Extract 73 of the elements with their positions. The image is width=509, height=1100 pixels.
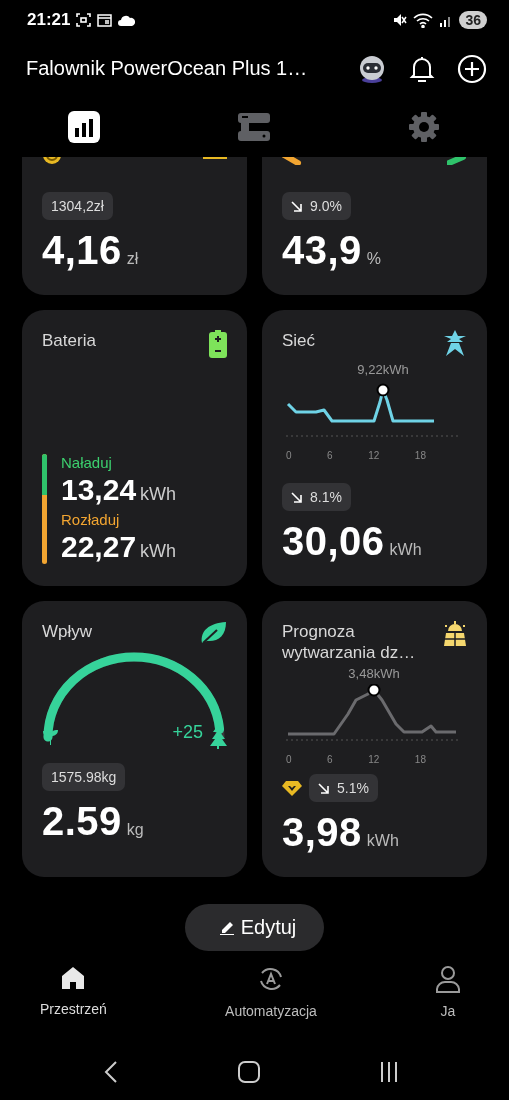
unit-label: kWh bbox=[389, 541, 422, 559]
diamond-icon bbox=[282, 780, 302, 796]
home-icon bbox=[60, 965, 87, 991]
main-value: 3,98 bbox=[282, 810, 362, 855]
forecast-card[interactable]: Prognoza wytwarzania dz… 3,48kWh 0 6 12 18 5.1% 3,98 kWh bbox=[262, 601, 487, 877]
unit-label: kWh bbox=[140, 484, 177, 505]
down-arrow-icon bbox=[291, 200, 302, 212]
mute-icon bbox=[393, 13, 408, 27]
down-arrow-icon bbox=[291, 491, 302, 503]
change-value: 9.0% bbox=[310, 198, 342, 214]
wifi-icon bbox=[413, 12, 434, 28]
peak-label: 3,48kWh bbox=[347, 665, 401, 681]
total-value: 1304,2zł bbox=[51, 198, 104, 214]
battery-icon bbox=[209, 330, 227, 358]
solar-panel-sun-icon bbox=[443, 621, 467, 647]
nav-tab[interactable]: Ja bbox=[435, 965, 461, 1040]
unit-label: % bbox=[366, 250, 382, 268]
device-title: Falownik PowerOcean Plus 1… bbox=[26, 57, 309, 80]
clock-time: 21:21 bbox=[27, 10, 71, 30]
unit-label: kWh bbox=[366, 832, 399, 850]
edit-button[interactable]: Edytuj bbox=[184, 903, 325, 951]
change-value: 8.1% bbox=[310, 489, 342, 505]
axis-tick-label: 6 bbox=[327, 450, 333, 461]
leaf-icon bbox=[199, 621, 227, 645]
card-title: Wpływ bbox=[42, 621, 93, 643]
notification-bell-icon[interactable] bbox=[409, 54, 435, 83]
charge-label: Naładuj bbox=[61, 454, 113, 471]
unit-label: kWh bbox=[140, 541, 177, 562]
settings-icon[interactable] bbox=[408, 111, 440, 143]
total-value: 1575.98kg bbox=[51, 769, 117, 785]
home-button-icon[interactable] bbox=[237, 1061, 260, 1083]
device-list-icon[interactable] bbox=[238, 111, 270, 143]
discharge-value: 22,27 bbox=[61, 530, 137, 564]
change-value: 5.1% bbox=[337, 780, 369, 796]
axis-tick-label: 12 bbox=[368, 450, 380, 461]
main-value: 4,16 bbox=[42, 228, 122, 273]
peak-label: 9,22kWh bbox=[356, 362, 410, 377]
unit-label: kg bbox=[126, 821, 144, 839]
recent-apps-icon[interactable] bbox=[379, 1062, 399, 1082]
pencil-icon bbox=[218, 919, 235, 935]
grid-card[interactable]: Sieć 9,22kWh 0 6 12 18 8.1% 30,06 kWh bbox=[262, 310, 487, 586]
bar-chart-icon[interactable] bbox=[68, 111, 100, 143]
unit-label: zł bbox=[126, 250, 139, 268]
axis-tick-label: 18 bbox=[414, 753, 426, 765]
screenshot-icon bbox=[76, 13, 92, 27]
cloud-icon bbox=[118, 14, 136, 26]
axis-tick-label: 18 bbox=[414, 450, 426, 461]
main-value: 2.59 bbox=[42, 799, 122, 844]
ratio-card[interactable]: 9.0% 43,9% bbox=[262, 157, 487, 295]
axis-tick-label: 12 bbox=[368, 753, 380, 765]
card-title: Prognoza wytwarzania dz… bbox=[282, 621, 417, 664]
main-value: 43,9 bbox=[282, 228, 362, 273]
axis-tick-label: 6 bbox=[327, 753, 333, 765]
charge-value: 13,24 bbox=[61, 473, 137, 507]
add-icon[interactable] bbox=[457, 53, 487, 84]
discharge-label: Rozładuj bbox=[61, 511, 121, 528]
trees-count: +25 bbox=[172, 722, 203, 743]
axis-tick-label: 0 bbox=[286, 450, 292, 461]
back-icon[interactable] bbox=[104, 1061, 118, 1083]
card-title: Bateria bbox=[42, 330, 96, 352]
battery-level: 36 bbox=[459, 11, 487, 29]
battery-card[interactable]: Bateria Naładuj 13,24 kWh Rozładuj 22,27 kWh bbox=[22, 310, 247, 586]
card-title: Sieć bbox=[282, 330, 316, 352]
robot-assistant-icon[interactable] bbox=[357, 53, 387, 84]
main-value: 30,06 bbox=[282, 519, 385, 564]
profile-icon bbox=[435, 965, 461, 993]
impact-card[interactable]: Wpływ +25 1575.98kg 2.59 kg bbox=[22, 601, 247, 877]
axis-tick-label: 0 bbox=[286, 753, 292, 765]
calendar-icon bbox=[97, 13, 113, 27]
nav-tab[interactable]: Przestrzeń bbox=[40, 965, 107, 1040]
down-arrow-icon bbox=[318, 782, 329, 794]
savings-card[interactable]: 1304,2zł 4,16 zł bbox=[22, 157, 247, 295]
nav-tab[interactable]: Automatyzacja bbox=[225, 965, 317, 1040]
